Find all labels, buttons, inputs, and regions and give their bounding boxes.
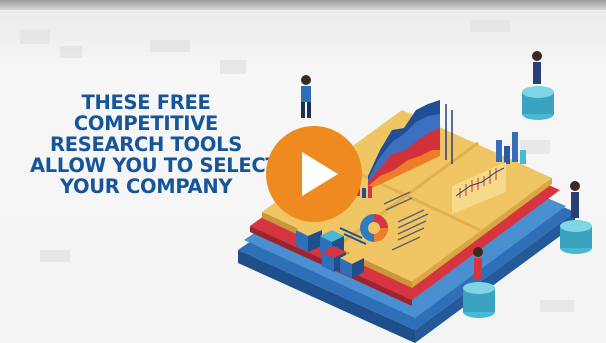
pedestal-top-right [522,51,554,120]
headline-line: THESE FREE [81,91,211,114]
video-player[interactable]: THESE FREE COMPETITIVE RESEARCH TOOLS AL… [0,0,606,343]
headline-line: COMPETITIVE [73,112,219,135]
play-button[interactable] [266,126,362,222]
donut-chart [360,214,388,242]
headline-line: ALLOW YOU TO SELECT [30,154,279,177]
play-icon [302,152,338,196]
person-top [301,75,311,118]
headline-line: YOUR COMPANY [59,175,233,198]
video-headline: THESE FREE COMPETITIVE RESEARCH TOOLS AL… [30,91,279,198]
headline-line: RESEARCH TOOLS [50,133,242,156]
